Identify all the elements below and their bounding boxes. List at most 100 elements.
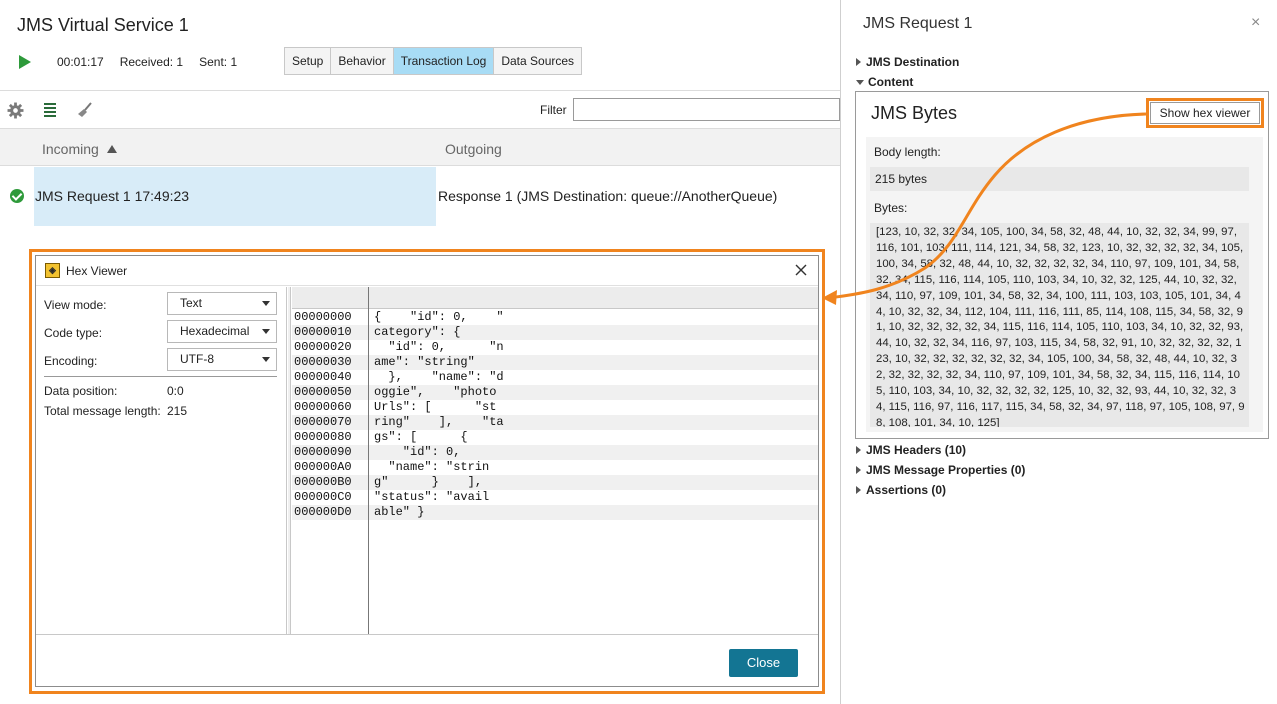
hex-viewer-titlebar: ◈ Hex Viewer [36,256,818,286]
hex-row[interactable]: 000000B0 g" } ], [292,475,818,490]
row-outgoing-cell[interactable]: Response 1 (JMS Destination: queue://Ano… [438,167,777,226]
hex-viewer-app-icon: ◈ [45,263,60,278]
hex-offset: 00000090 [294,445,352,459]
hex-offset: 00000020 [294,340,352,354]
hex-text: { "id": 0, " [374,310,504,324]
content-panel: JMS Bytes Show hex viewer Body length: 2… [855,91,1269,439]
view-mode-select[interactable]: Text [167,292,277,315]
hex-offset: 00000010 [294,325,352,339]
code-type-select[interactable]: Hexadecimal [167,320,277,343]
hex-offset: 00000040 [294,370,352,384]
tab-data-sources[interactable]: Data Sources [494,48,582,74]
hex-offset: 00000030 [294,355,352,369]
chevron-down-icon [262,357,270,362]
hex-row[interactable]: 00000010 category": { [292,325,818,340]
column-outgoing[interactable]: Outgoing [445,141,502,157]
panel-splitter[interactable] [288,287,291,634]
tab-behavior[interactable]: Behavior [331,48,394,74]
body-length-value: 215 bytes [870,167,1249,191]
hex-offset: 00000050 [294,385,352,399]
bytes-details: Body length: 215 bytes Bytes: [123, 10, … [866,137,1263,432]
hex-row[interactable]: 00000090 "id": 0, [292,445,818,460]
tree-node-label: Content [868,75,914,89]
column-incoming-label: Incoming [42,141,99,157]
sort-ascending-icon [106,145,117,153]
chevron-right-icon [856,446,861,454]
hex-row[interactable]: 00000070 ring" ], "ta [292,415,818,430]
hex-rows: 00000000 { "id": 0, " 00000010 category": … [292,310,818,520]
hex-offset: 00000070 [294,415,352,429]
hex-viewer-footer: Close [36,634,818,687]
status-row: 00:01:17 Received: 1 Sent: 1 [19,52,253,72]
bytes-label: Bytes: [874,201,908,215]
broom-icon[interactable] [76,101,94,119]
hex-row[interactable]: 000000C0 "status": "avail [292,490,818,505]
hex-offset: 00000000 [294,310,352,324]
log-table-header: Incoming Outgoing [0,128,840,166]
hex-text: Urls": [ "st [374,400,497,414]
hex-text: able" } [374,505,425,519]
log-toolbar: Filter [0,90,840,128]
show-hex-viewer-button[interactable]: Show hex viewer [1150,102,1260,124]
hex-text: "id": 0, "n [374,340,504,354]
body-length-label: Body length: [874,145,941,159]
hex-offset: 00000080 [294,430,352,444]
code-type-value: Hexadecimal [180,324,250,338]
hex-offset: 000000D0 [294,505,352,519]
close-icon[interactable]: × [1251,14,1260,32]
hex-options-panel: View mode: Text Code type: Hexadecimal E… [36,287,287,634]
received-count: Received: 1 [119,55,184,69]
tab-transaction-log[interactable]: Transaction Log [393,48,495,74]
elapsed-time: 00:01:17 [57,55,104,69]
hex-offset: 000000C0 [294,490,352,504]
tree-node-jms-headers[interactable]: JMS Headers (10) [856,443,966,457]
hex-row[interactable]: 00000050 oggie", "photo [292,385,818,400]
tree-node-jms-destination[interactable]: JMS Destination [856,55,959,69]
hex-text: oggie", "photo [374,385,497,399]
play-icon[interactable] [19,55,31,69]
encoding-value: UTF-8 [180,352,214,366]
list-icon[interactable] [41,101,59,119]
encoding-label: Encoding: [44,354,98,368]
tree-node-content[interactable]: Content [856,75,913,89]
filter-input[interactable] [573,98,840,121]
encoding-select[interactable]: UTF-8 [167,348,277,371]
total-length-value: 215 [167,404,188,418]
hex-text: }, "name": "d [374,370,504,384]
request-title: JMS Request 1 [863,15,973,32]
hex-row[interactable]: 00000030 ame": "string" [292,355,818,370]
hex-text: "status": "avail [374,490,490,504]
hex-text: g" } ], [374,475,483,489]
hex-row[interactable]: 000000A0 "name": "strin [292,460,818,475]
hex-row[interactable]: 00000020 "id": 0, "n [292,340,818,355]
close-button[interactable]: Close [729,649,798,677]
check-circle-icon [10,189,24,203]
hex-text: "name": "strin [374,460,490,474]
hex-viewer-dialog: ◈ Hex Viewer View mode: Text Code type: … [35,255,819,687]
bytes-value: [123, 10, 32, 32, 34, 105, 100, 34, 58, … [870,223,1249,427]
hex-row[interactable]: 00000040 }, "name": "d [292,370,818,385]
hex-row[interactable]: 00000060 Urls": [ "st [292,400,818,415]
hex-row[interactable]: 000000D0 able" } [292,505,818,520]
chevron-right-icon [856,58,861,66]
request-details-pane: JMS Request 1 × JMS Destination Content … [842,0,1277,704]
hex-grid-header [292,287,818,309]
hex-text: category": { [374,325,461,339]
table-row[interactable]: JMS Request 1 17:49:23 Response 1 (JMS D… [0,167,840,226]
tree-node-label: Assertions (0) [866,483,947,497]
hex-offset: 00000060 [294,400,352,414]
data-position-value: 0:0 [167,384,184,398]
gear-icon[interactable] [6,101,24,119]
hex-row[interactable]: 00000080 gs": [ { [292,430,818,445]
sent-count: Sent: 1 [199,55,238,69]
total-length-label: Total message length: [44,404,161,418]
tab-setup[interactable]: Setup [285,48,332,74]
column-incoming[interactable]: Incoming [42,141,117,157]
jms-bytes-title: JMS Bytes [871,103,958,123]
hex-data-grid[interactable]: 00000000 { "id": 0, " 00000010 category": … [292,287,818,634]
hex-row[interactable]: 00000000 { "id": 0, " [292,310,818,325]
row-incoming-cell[interactable]: JMS Request 1 17:49:23 [34,167,436,226]
close-icon[interactable] [792,261,810,279]
tree-node-assertions[interactable]: Assertions (0) [856,483,946,497]
tree-node-jms-message-properties[interactable]: JMS Message Properties (0) [856,463,1025,477]
